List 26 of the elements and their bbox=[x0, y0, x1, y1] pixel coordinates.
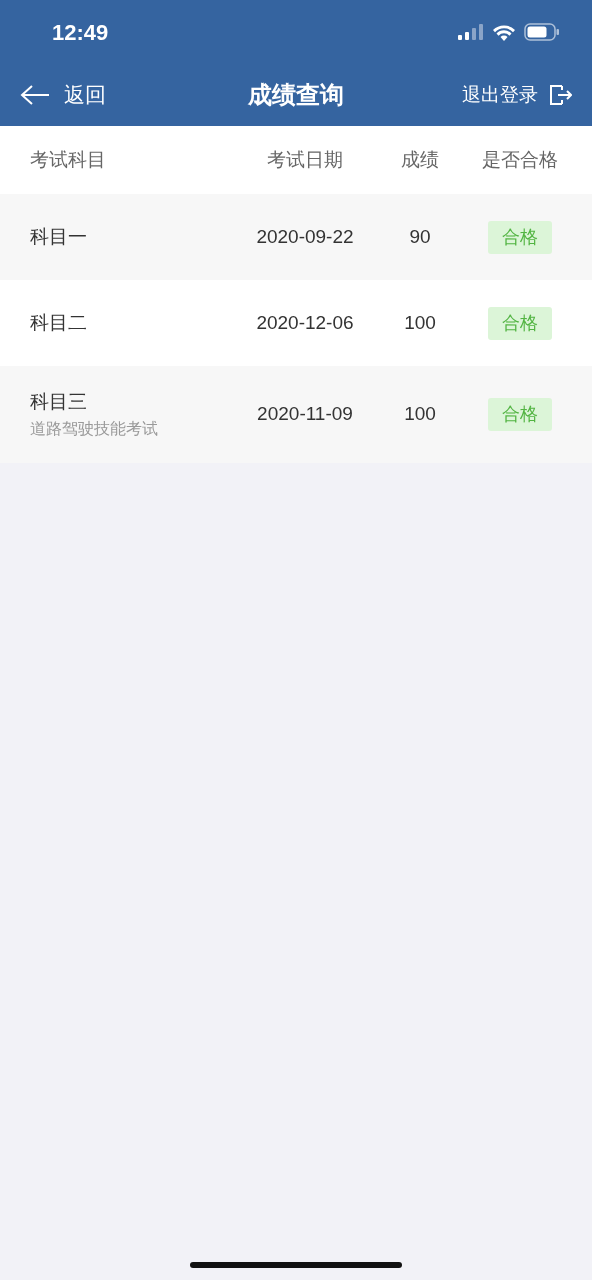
subject-name: 科目二 bbox=[30, 310, 88, 335]
back-button[interactable]: 返回 bbox=[20, 79, 106, 111]
score: 90 bbox=[409, 225, 431, 247]
score: 100 bbox=[404, 403, 436, 425]
column-header: 成绩 bbox=[401, 148, 439, 170]
subject-name: 科目一 bbox=[30, 224, 88, 249]
logout-icon bbox=[548, 83, 572, 107]
back-arrow-icon bbox=[20, 84, 50, 106]
subject-name: 科目三 bbox=[30, 390, 88, 415]
column-header: 是否合格 bbox=[482, 148, 558, 170]
status-time: 12:49 bbox=[52, 18, 109, 47]
battery-icon bbox=[524, 23, 560, 41]
logout-button[interactable]: 退出登录 bbox=[462, 80, 572, 110]
page-title: 成绩查询 bbox=[248, 81, 344, 108]
result-tag: 合格 bbox=[488, 220, 552, 254]
result-tag: 合格 bbox=[488, 306, 552, 340]
result-tag: 合格 bbox=[488, 398, 552, 431]
exam-date: 2020-12-06 bbox=[256, 311, 354, 333]
column-header: 考试科目 bbox=[30, 148, 106, 170]
subject-note: 道路驾驶技能考试 bbox=[30, 418, 159, 439]
wifi-icon bbox=[492, 23, 516, 41]
exam-date: 2020-11-09 bbox=[257, 403, 353, 425]
column-header: 考试日期 bbox=[267, 148, 343, 170]
exam-date: 2020-09-22 bbox=[256, 225, 354, 247]
signal-icon bbox=[458, 24, 484, 40]
score: 100 bbox=[404, 311, 436, 333]
